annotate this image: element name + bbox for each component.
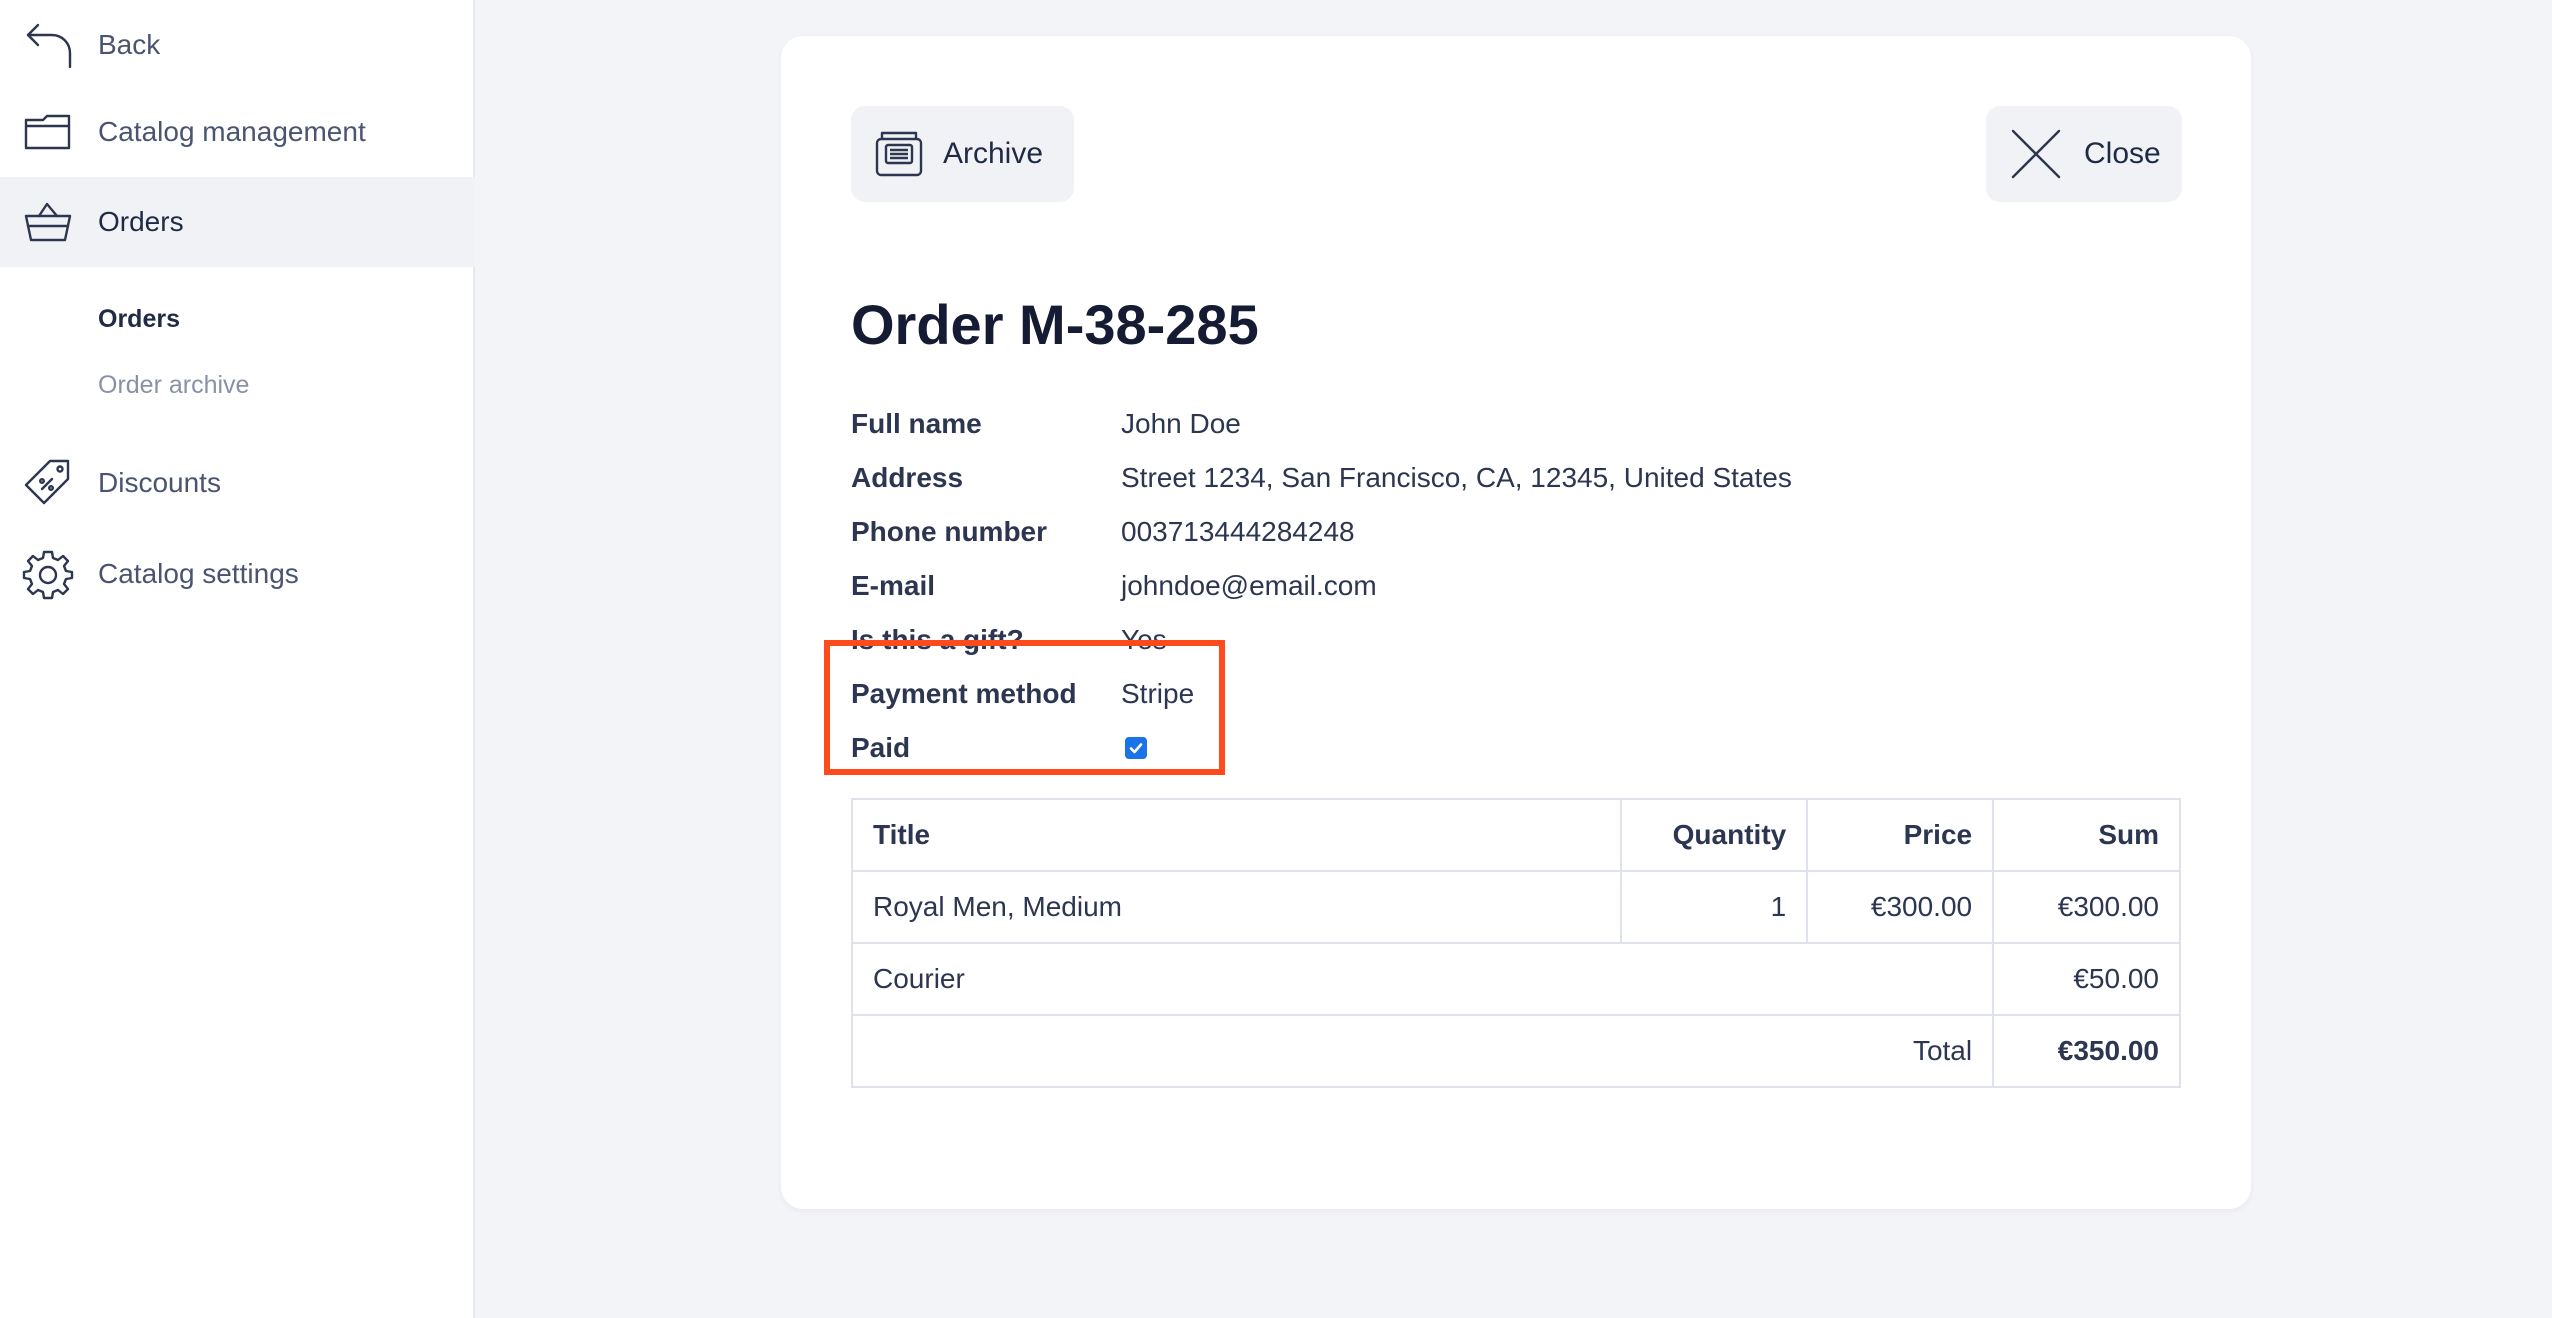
close-button[interactable]: Close — [1986, 106, 2182, 202]
total-label: Total — [850, 1014, 1995, 1088]
field-label: Paid — [851, 732, 911, 763]
total-sum: €350.00 — [1992, 1014, 2181, 1088]
field-label: Is this a gift? — [851, 624, 1024, 655]
order-card: Archive Close Order M-38-285 Full name J… — [781, 36, 2251, 1209]
checkmark-icon — [1129, 743, 1143, 754]
sidebar-item-discounts[interactable]: Discounts — [0, 438, 475, 528]
gear-icon — [20, 546, 76, 602]
sidebar-item-catalog-management[interactable]: Catalog management — [0, 87, 475, 177]
field-value: Yes — [1121, 624, 1167, 655]
field-address: Address Street 1234, San Francisco, CA, … — [851, 458, 1792, 498]
tag-icon — [20, 455, 76, 511]
field-label: Full name — [851, 408, 982, 439]
sidebar-subitem-order-archive[interactable]: Order archive — [98, 371, 249, 400]
folder-icon — [20, 104, 76, 160]
sidebar-item-orders[interactable]: Orders — [0, 177, 475, 267]
field-value: Street 1234, San Francisco, CA, 12345, U… — [1121, 462, 1792, 493]
column-header-title: Title — [850, 798, 1623, 872]
field-label: Phone number — [851, 516, 1048, 547]
sidebar-item-label: Catalog management — [98, 116, 366, 147]
field-paid: Paid — [851, 728, 1147, 768]
sidebar-item-catalog-settings[interactable]: Catalog settings — [0, 529, 475, 619]
sidebar-item-label: Catalog settings — [98, 558, 299, 589]
column-header-price: Price — [1806, 798, 1995, 872]
sidebar-item-label: Orders — [98, 206, 184, 237]
cell-sum: €300.00 — [1992, 870, 2181, 944]
field-label: Address — [851, 462, 964, 493]
field-payment-method: Payment method Stripe — [851, 674, 1194, 714]
sidebar: Back Catalog management Orders Orders Or… — [0, 0, 475, 1318]
basket-icon — [20, 194, 76, 250]
order-items-table: Title Quantity Price Sum Royal Men, Medi… — [850, 798, 2181, 1088]
field-value: 003713444284248 — [1121, 516, 1355, 547]
close-icon — [2008, 126, 2064, 182]
field-label: E-mail — [851, 570, 936, 601]
archive-label: Archive — [943, 137, 1044, 170]
paid-checkbox[interactable] — [1125, 737, 1147, 759]
field-full-name: Full name John Doe — [851, 404, 1241, 444]
page-title: Order M-38-285 — [851, 293, 1259, 356]
archive-button[interactable]: Archive — [851, 106, 1074, 202]
archive-icon — [873, 128, 925, 180]
total-row: Total €350.00 — [850, 1014, 2181, 1088]
table-row: Royal Men, Medium 1 €300.00 €300.00 — [850, 870, 2181, 944]
field-phone-number: Phone number 003713444284248 — [851, 512, 1355, 552]
field-label: Payment method — [851, 678, 1077, 709]
column-header-sum: Sum — [1992, 798, 2181, 872]
shipping-row: Courier €50.00 — [850, 942, 2181, 1016]
shipping-sum: €50.00 — [1992, 942, 2181, 1016]
field-value: johndoe@email.com — [1121, 570, 1377, 601]
close-label: Close — [2084, 137, 2161, 170]
sidebar-item-label: Discounts — [98, 467, 221, 498]
cell-quantity: 1 — [1620, 870, 1809, 944]
table-header-row: Title Quantity Price Sum — [850, 798, 2181, 872]
column-header-quantity: Quantity — [1620, 798, 1809, 872]
back-link[interactable]: Back — [0, 0, 475, 90]
back-arrow-icon — [20, 17, 76, 73]
back-label: Back — [98, 29, 161, 60]
field-value: Stripe — [1121, 678, 1195, 709]
field-is-gift: Is this a gift? Yes — [851, 620, 1167, 660]
field-email: E-mail johndoe@email.com — [851, 566, 1377, 606]
shipping-label: Courier — [850, 942, 1995, 1016]
app-root: Back Catalog management Orders Orders Or… — [0, 0, 2552, 1318]
field-value: John Doe — [1121, 408, 1241, 439]
cell-price: €300.00 — [1806, 870, 1995, 944]
sidebar-subitem-orders[interactable]: Orders — [98, 305, 180, 334]
cell-title: Royal Men, Medium — [850, 870, 1623, 944]
